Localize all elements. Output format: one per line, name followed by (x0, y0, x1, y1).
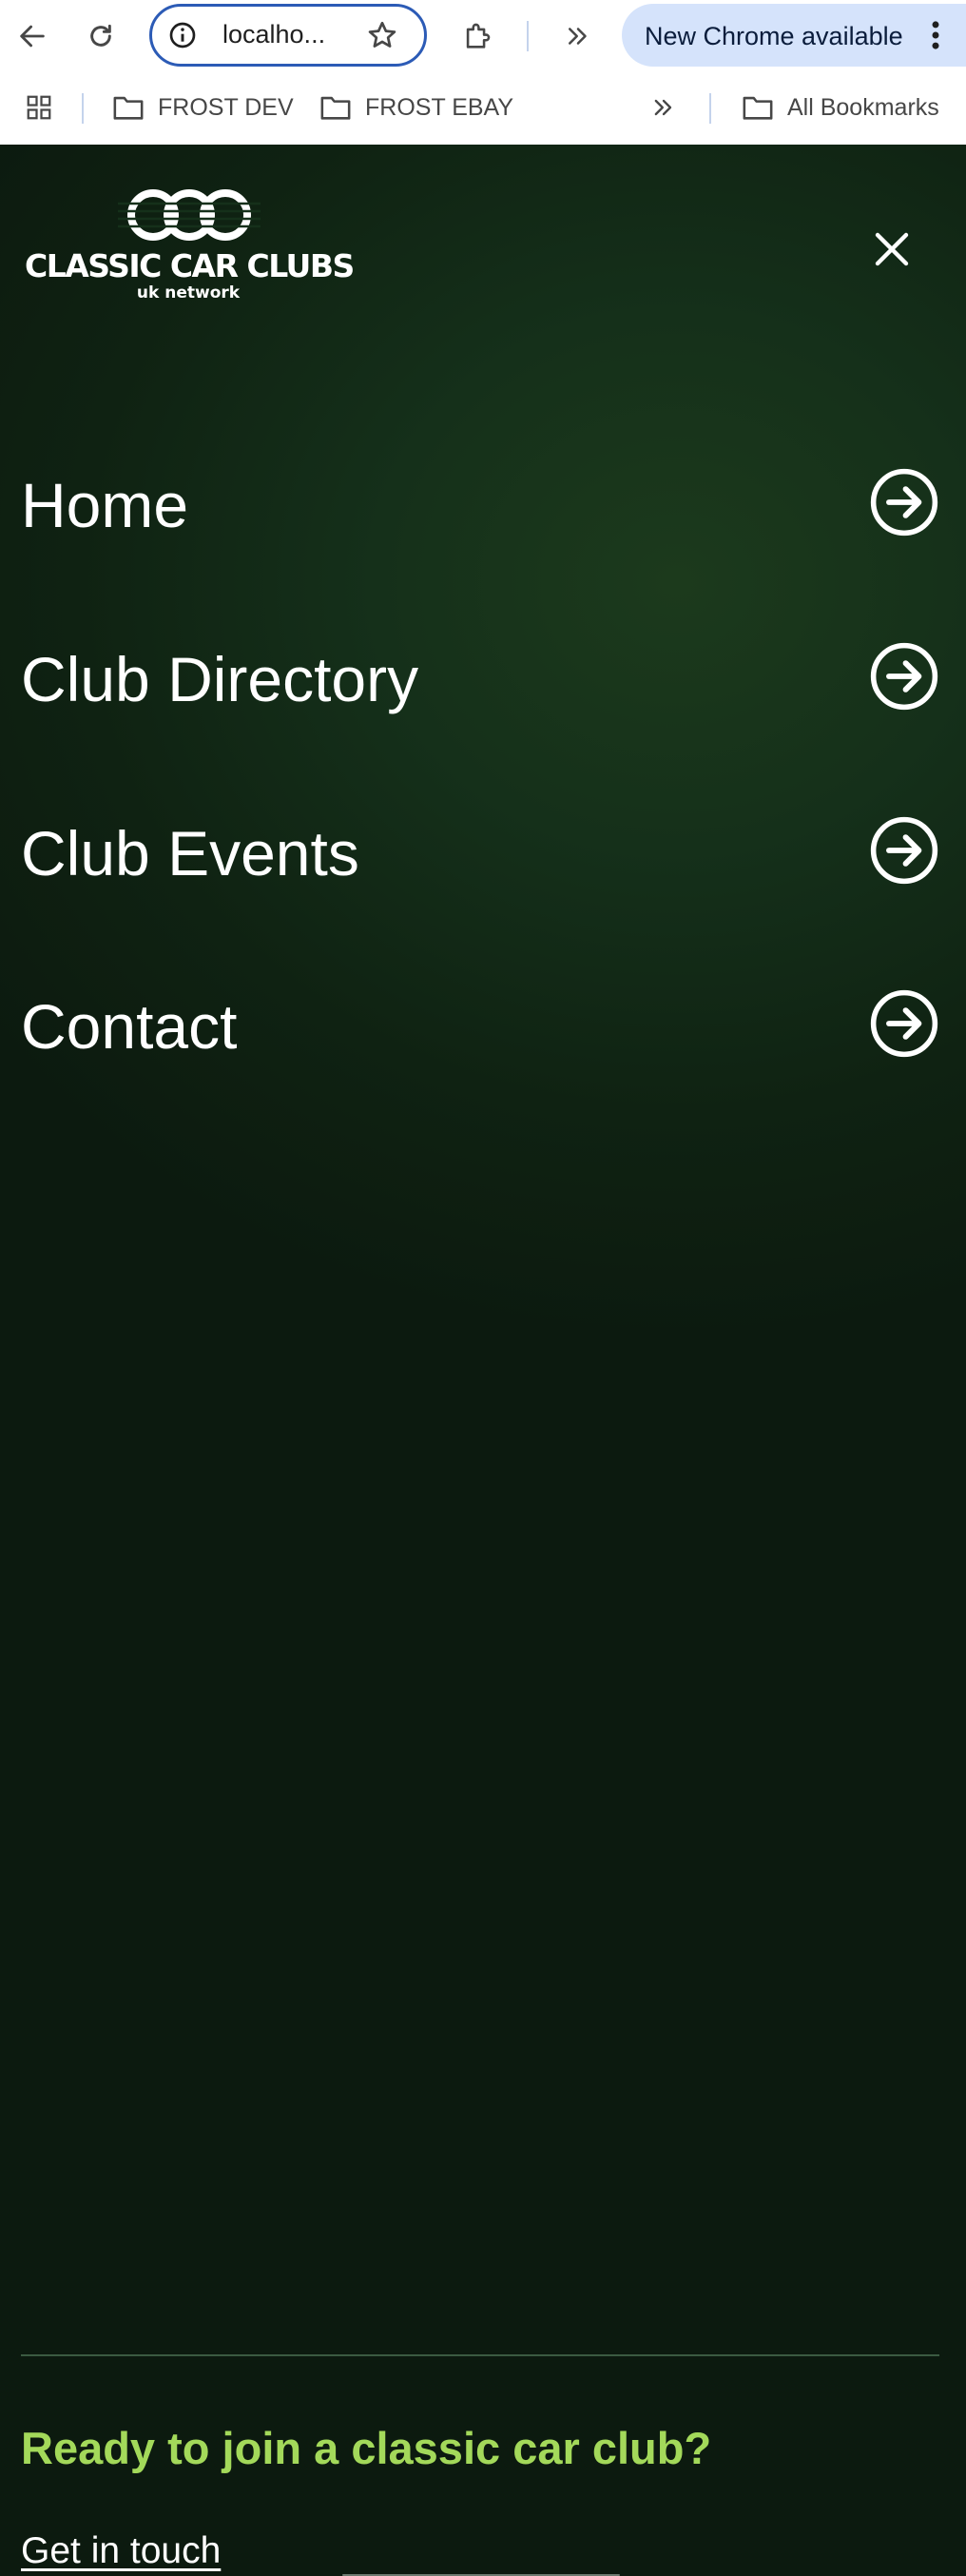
close-menu-button[interactable] (869, 226, 915, 272)
nav-label: Home (21, 470, 189, 540)
get-in-touch-link[interactable]: Get in touch (21, 2530, 221, 2572)
bookmark-folder-frost-ebay[interactable]: FROST EBAY (319, 88, 513, 127)
bookmark-folder-frost-dev[interactable]: FROST DEV (112, 88, 294, 127)
arrow-circle-right-icon (870, 816, 938, 885)
browser-toolbar: localho... New Chrome available (0, 0, 966, 72)
nav-label: Club Directory (21, 644, 419, 714)
bookmarks-overflow-icon[interactable] (650, 88, 690, 127)
close-icon (875, 232, 909, 266)
update-label: New Chrome available (645, 22, 903, 50)
more-vertical-icon[interactable] (918, 17, 953, 53)
cta-heading: Ready to join a classic car club? (21, 2423, 712, 2473)
mobile-menu-overlay: CLASSIC CAR CLUBS uk network Home Club D… (0, 145, 966, 2576)
reload-icon[interactable] (78, 13, 124, 59)
bookmarks-bar: FROST DEV FROST EBAY All Bookmarks (0, 72, 966, 145)
nav-item-club-events[interactable]: Club Events (21, 803, 939, 898)
folder-icon (743, 96, 773, 120)
chevron-double-right-icon[interactable] (555, 13, 601, 59)
arrow-circle-right-icon (870, 989, 938, 1058)
nav-label: Club Events (21, 818, 359, 888)
all-bookmarks-label: All Bookmarks (787, 93, 939, 121)
apps-grid-icon[interactable] (25, 88, 67, 127)
extensions-puzzle-icon[interactable] (454, 13, 500, 59)
nav-item-club-directory[interactable]: Club Directory (21, 629, 939, 724)
bookmarks-divider (709, 93, 711, 124)
address-bar[interactable]: localho... (149, 4, 427, 67)
bookmark-label: FROST EBAY (365, 93, 514, 121)
logo-tagline: uk network (136, 283, 241, 302)
arrow-circle-right-icon (870, 642, 938, 711)
toolbar-divider (527, 21, 529, 51)
site-logo[interactable]: CLASSIC CAR CLUBS uk network (25, 186, 355, 308)
folder-icon (113, 96, 144, 120)
nav-label: Contact (21, 991, 238, 1062)
new-chrome-available-button[interactable]: New Chrome available (622, 4, 966, 67)
logo-name: CLASSIC CAR CLUBS (25, 247, 355, 284)
bookmarks-divider (82, 93, 84, 124)
menu-divider (21, 2354, 939, 2356)
nav-item-home[interactable]: Home (21, 455, 939, 550)
folder-icon (320, 96, 351, 120)
all-bookmarks-button[interactable]: All Bookmarks (742, 88, 939, 127)
bookmark-label: FROST DEV (158, 93, 294, 121)
logo-rings-icon (118, 189, 261, 241)
nav-item-contact[interactable]: Contact (21, 976, 939, 1071)
bookmark-star-icon[interactable] (365, 18, 399, 52)
site-info-icon[interactable] (167, 20, 198, 50)
url-text[interactable]: localho... (222, 20, 325, 49)
back-arrow-icon[interactable] (10, 13, 55, 59)
arrow-circle-right-icon (870, 468, 938, 537)
